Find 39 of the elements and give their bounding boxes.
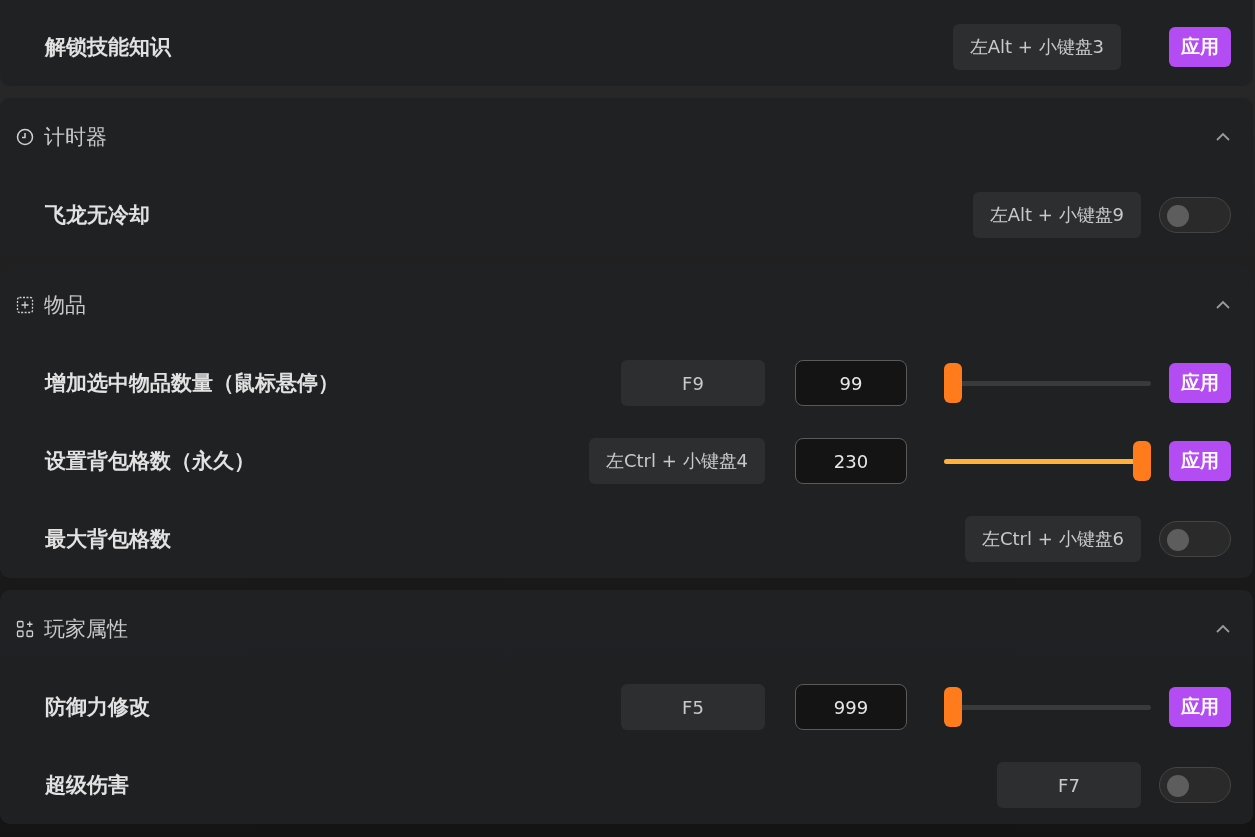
setting-label: 解锁技能知识 xyxy=(45,34,172,61)
chevron-up-icon[interactable] xyxy=(1215,300,1231,310)
section-title: 玩家属性 xyxy=(44,616,129,643)
section-title: 物品 xyxy=(44,292,87,319)
section-title: 计时器 xyxy=(44,124,108,151)
apply-button[interactable]: 应用 xyxy=(1169,27,1231,67)
hotkey-chip[interactable]: F5 xyxy=(621,684,765,730)
clock-icon xyxy=(16,128,34,146)
value-field[interactable]: 999 xyxy=(795,684,907,730)
slider-handle[interactable] xyxy=(1133,441,1151,481)
add-square-icon xyxy=(16,296,34,314)
hotkey-chip[interactable]: F9 xyxy=(621,360,765,406)
apply-button[interactable]: 应用 xyxy=(1169,687,1231,727)
hotkey-chip[interactable]: 左Ctrl + 小键盘4 xyxy=(589,438,765,484)
slider-handle[interactable] xyxy=(944,687,962,727)
value-field[interactable]: 230 xyxy=(795,438,907,484)
value-field[interactable]: 99 xyxy=(795,360,907,406)
setting-label: 最大背包格数 xyxy=(45,526,172,553)
slider[interactable] xyxy=(944,363,1151,403)
toggle-switch[interactable] xyxy=(1159,767,1231,803)
setting-label: 增加选中物品数量（鼠标悬停） xyxy=(45,370,340,397)
apply-button[interactable]: 应用 xyxy=(1169,441,1231,481)
hotkey-chip[interactable]: 左Alt + 小键盘3 xyxy=(952,24,1121,70)
setting-label: 防御力修改 xyxy=(45,694,151,721)
setting-label: 设置背包格数（永久） xyxy=(45,448,256,475)
slider[interactable] xyxy=(944,441,1151,481)
apply-button[interactable]: 应用 xyxy=(1169,363,1231,403)
chevron-up-icon[interactable] xyxy=(1215,624,1231,634)
toggle-switch[interactable] xyxy=(1159,521,1231,557)
apps-icon xyxy=(16,620,34,638)
hotkey-chip[interactable]: 左Alt + 小键盘9 xyxy=(972,192,1141,238)
chevron-up-icon[interactable] xyxy=(1215,132,1231,142)
setting-label: 超级伤害 xyxy=(45,772,130,799)
hotkey-chip[interactable]: F7 xyxy=(997,762,1141,808)
toggle-switch[interactable] xyxy=(1159,197,1231,233)
hotkey-chip[interactable]: 左Ctrl + 小键盘6 xyxy=(965,516,1141,562)
slider-handle[interactable] xyxy=(944,363,962,403)
slider[interactable] xyxy=(944,687,1151,727)
setting-label: 飞龙无冷却 xyxy=(45,202,151,229)
